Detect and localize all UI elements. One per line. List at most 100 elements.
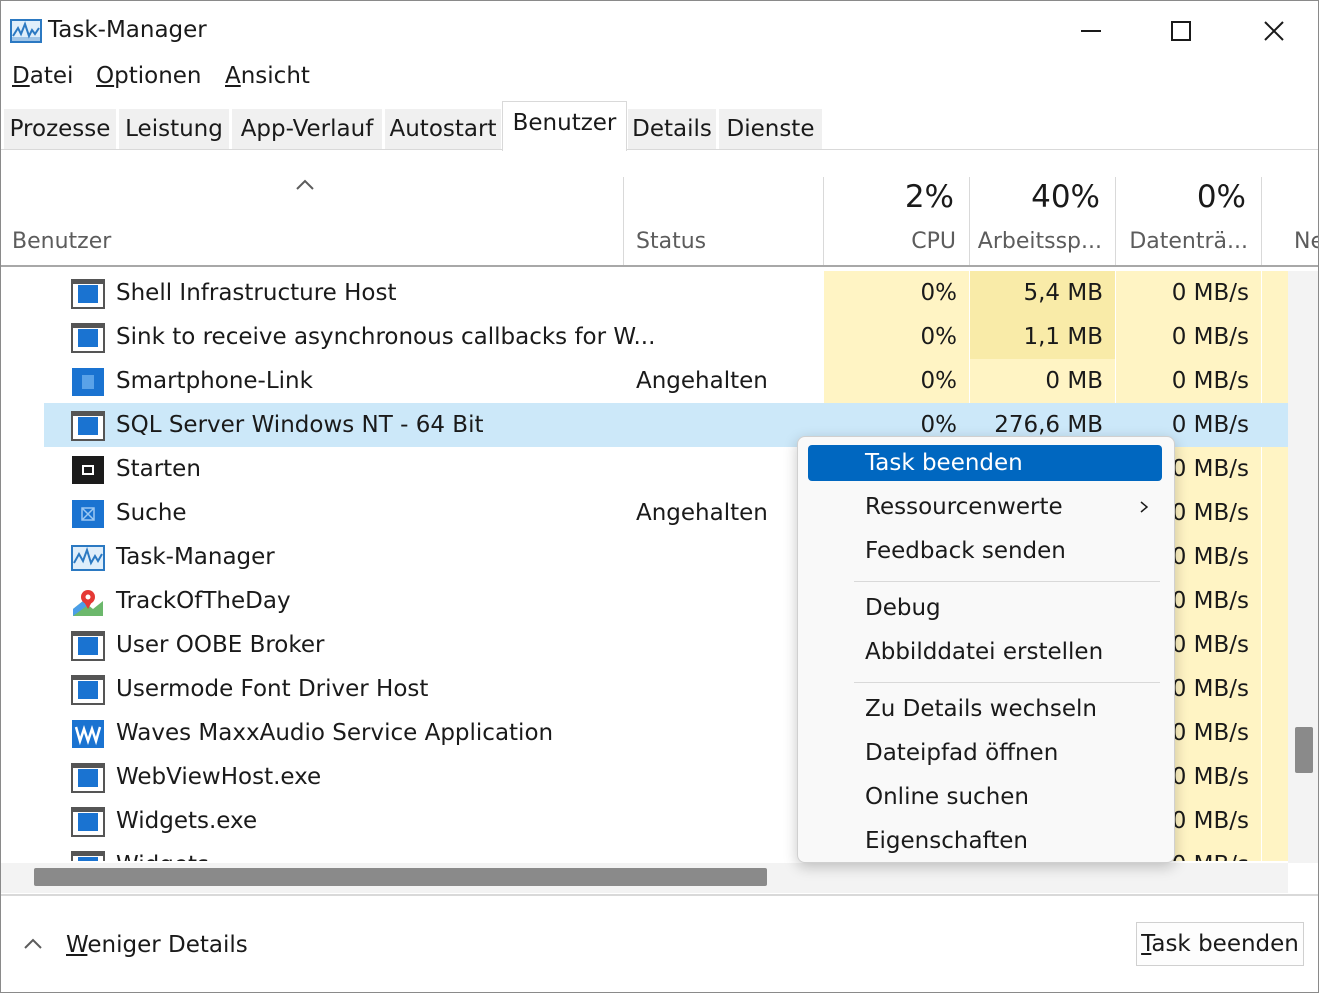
table-row[interactable]: Shell Infrastructure Host 0% 5,4 MB 0 MB/s: [1, 271, 1288, 315]
end-task-button[interactable]: Task beenden: [1136, 922, 1304, 966]
context-item-abbilddatei-erstellen[interactable]: Abbilddatei erstellen: [808, 634, 1162, 670]
tab-details[interactable]: Details: [628, 109, 717, 149]
tab-dienste[interactable]: Dienste: [719, 109, 823, 149]
app-window-icon: [71, 807, 105, 837]
process-memory: 5,4 MB: [1023, 280, 1103, 306]
minimize-button[interactable]: [1068, 11, 1114, 51]
context-item-label: Feedback senden: [865, 538, 1066, 564]
process-disk: 0 MB/s: [1171, 412, 1249, 438]
context-menu: Task beenden Ressourcenwerte Feedback send…: [797, 436, 1175, 863]
task-manager-icon: [10, 19, 42, 43]
cpu-total: 2%: [904, 179, 954, 215]
fewer-details-link[interactable]: Weniger Details: [66, 932, 248, 958]
context-item-eigenschaften[interactable]: Eigenschaften: [808, 823, 1162, 859]
process-memory: 0 MB: [1045, 368, 1103, 394]
process-disk: 0 MB/s: [1171, 808, 1249, 834]
process-disk: 0 MB/s: [1171, 456, 1249, 482]
phone-link-icon: [72, 368, 104, 396]
app-window-icon: [71, 675, 105, 705]
process-disk: 0 MB/s: [1171, 280, 1249, 306]
menu-separator: [854, 682, 1160, 683]
chevron-up-icon[interactable]: [23, 938, 43, 950]
column-divider[interactable]: [623, 177, 624, 265]
maximize-button[interactable]: [1158, 11, 1204, 51]
process-name: Suche: [116, 500, 187, 526]
app-window-icon: [71, 279, 105, 309]
column-divider[interactable]: [1115, 177, 1116, 265]
tab-leistung[interactable]: Leistung: [119, 109, 230, 149]
table-row[interactable]: Sink to receive asynchronous callbacks f…: [1, 315, 1288, 359]
horizontal-scrollbar[interactable]: [1, 863, 1288, 893]
column-divider[interactable]: [823, 177, 824, 265]
column-network[interactable]: Ne: [1294, 229, 1318, 254]
context-item-label: Zu Details wechseln: [865, 696, 1097, 722]
menu-separator: [854, 581, 1160, 582]
horizontal-scroll-thumb[interactable]: [34, 868, 767, 886]
chevron-right-icon: [1140, 501, 1148, 513]
process-cpu: 0%: [920, 368, 958, 394]
process-disk: 0 MB/s: [1171, 324, 1249, 350]
process-name: User OOBE Broker: [116, 632, 325, 658]
menu-ansicht[interactable]: Ansicht: [225, 63, 310, 89]
context-item-feedback-senden[interactable]: Feedback senden: [808, 533, 1162, 569]
vertical-scroll-thumb[interactable]: [1295, 727, 1313, 773]
waves-icon: [72, 720, 104, 748]
start-icon: [72, 456, 104, 484]
tab-prozesse[interactable]: Prozesse: [4, 109, 117, 149]
process-disk: 0 MB/s: [1171, 588, 1249, 614]
context-item-zu-details-wechseln[interactable]: Zu Details wechseln: [808, 691, 1162, 727]
tab-autostart[interactable]: Autostart: [385, 109, 502, 149]
close-button[interactable]: [1251, 11, 1297, 51]
process-disk: 0 MB/s: [1171, 676, 1249, 702]
column-memory[interactable]: Arbeitssp...: [978, 229, 1102, 254]
tab-benutzer[interactable]: Benutzer: [502, 101, 627, 151]
context-item-task-beenden[interactable]: Task beenden: [808, 445, 1162, 481]
menu-ansicht-rest: nsicht: [240, 63, 310, 89]
end-task-mnemonic: T: [1141, 931, 1152, 957]
context-item-label: Ressourcenwerte: [865, 494, 1063, 520]
context-item-debug[interactable]: Debug: [808, 590, 1162, 626]
context-item-label: Dateipfad öffnen: [865, 740, 1059, 766]
search-app-icon: [72, 500, 104, 528]
context-item-online-suchen[interactable]: Online suchen: [808, 779, 1162, 815]
process-status: Angehalten: [636, 500, 768, 526]
process-name: Task-Manager: [116, 544, 275, 570]
column-status[interactable]: Status: [636, 229, 706, 254]
column-benutzer[interactable]: Benutzer: [12, 229, 111, 254]
process-disk: 0 MB/s: [1171, 720, 1249, 746]
menu-ansicht-mnemonic: A: [225, 63, 241, 89]
process-name: SQL Server Windows NT - 64 Bit: [116, 412, 484, 438]
close-icon: [1264, 21, 1284, 41]
context-item-label: Eigenschaften: [865, 828, 1028, 854]
process-disk: 0 MB/s: [1171, 500, 1249, 526]
context-item-label: Abbilddatei erstellen: [865, 639, 1104, 665]
process-disk: 0 MB/s: [1171, 368, 1249, 394]
menu-bar: Datei Optionen Ansicht: [1, 63, 1318, 97]
context-item-ressourcenwerte[interactable]: Ressourcenwerte: [808, 489, 1162, 525]
process-name: Starten: [116, 456, 201, 482]
table-row[interactable]: Smartphone-Link Angehalten 0% 0 MB 0 MB/s: [1, 359, 1288, 403]
sort-ascending-icon: [296, 179, 314, 190]
menu-datei[interactable]: Datei: [12, 63, 73, 89]
vertical-scrollbar[interactable]: [1288, 271, 1318, 863]
tab-strip: Prozesse Leistung App-Verlauf Autostart …: [1, 101, 1318, 151]
process-name: TrackOfTheDay: [116, 588, 291, 614]
context-item-dateipfad-öffnen[interactable]: Dateipfad öffnen: [808, 735, 1162, 771]
app-window-icon: [71, 851, 105, 861]
process-name: Shell Infrastructure Host: [116, 280, 397, 306]
column-divider[interactable]: [969, 177, 970, 265]
menu-optionen[interactable]: Optionen: [96, 63, 202, 89]
column-cpu[interactable]: CPU: [911, 229, 956, 254]
process-status: Angehalten: [636, 368, 768, 394]
title-bar: Task-Manager: [1, 1, 1318, 61]
process-name: Widgets.exe: [116, 808, 258, 834]
process-disk: 0 MB/s: [1171, 764, 1249, 790]
process-name: WebViewHost.exe: [116, 764, 322, 790]
column-disk[interactable]: Datenträ...: [1129, 229, 1248, 254]
process-name: Widgets: [116, 843, 209, 861]
tab-app-verlauf[interactable]: App-Verlauf: [232, 109, 383, 149]
column-divider[interactable]: [1261, 177, 1262, 265]
task-manager-window: Task-Manager Datei Optionen Ansicht Proz…: [0, 0, 1319, 993]
process-name: Usermode Font Driver Host: [116, 676, 429, 702]
fewer-details-rest: eniger Details: [87, 932, 248, 958]
